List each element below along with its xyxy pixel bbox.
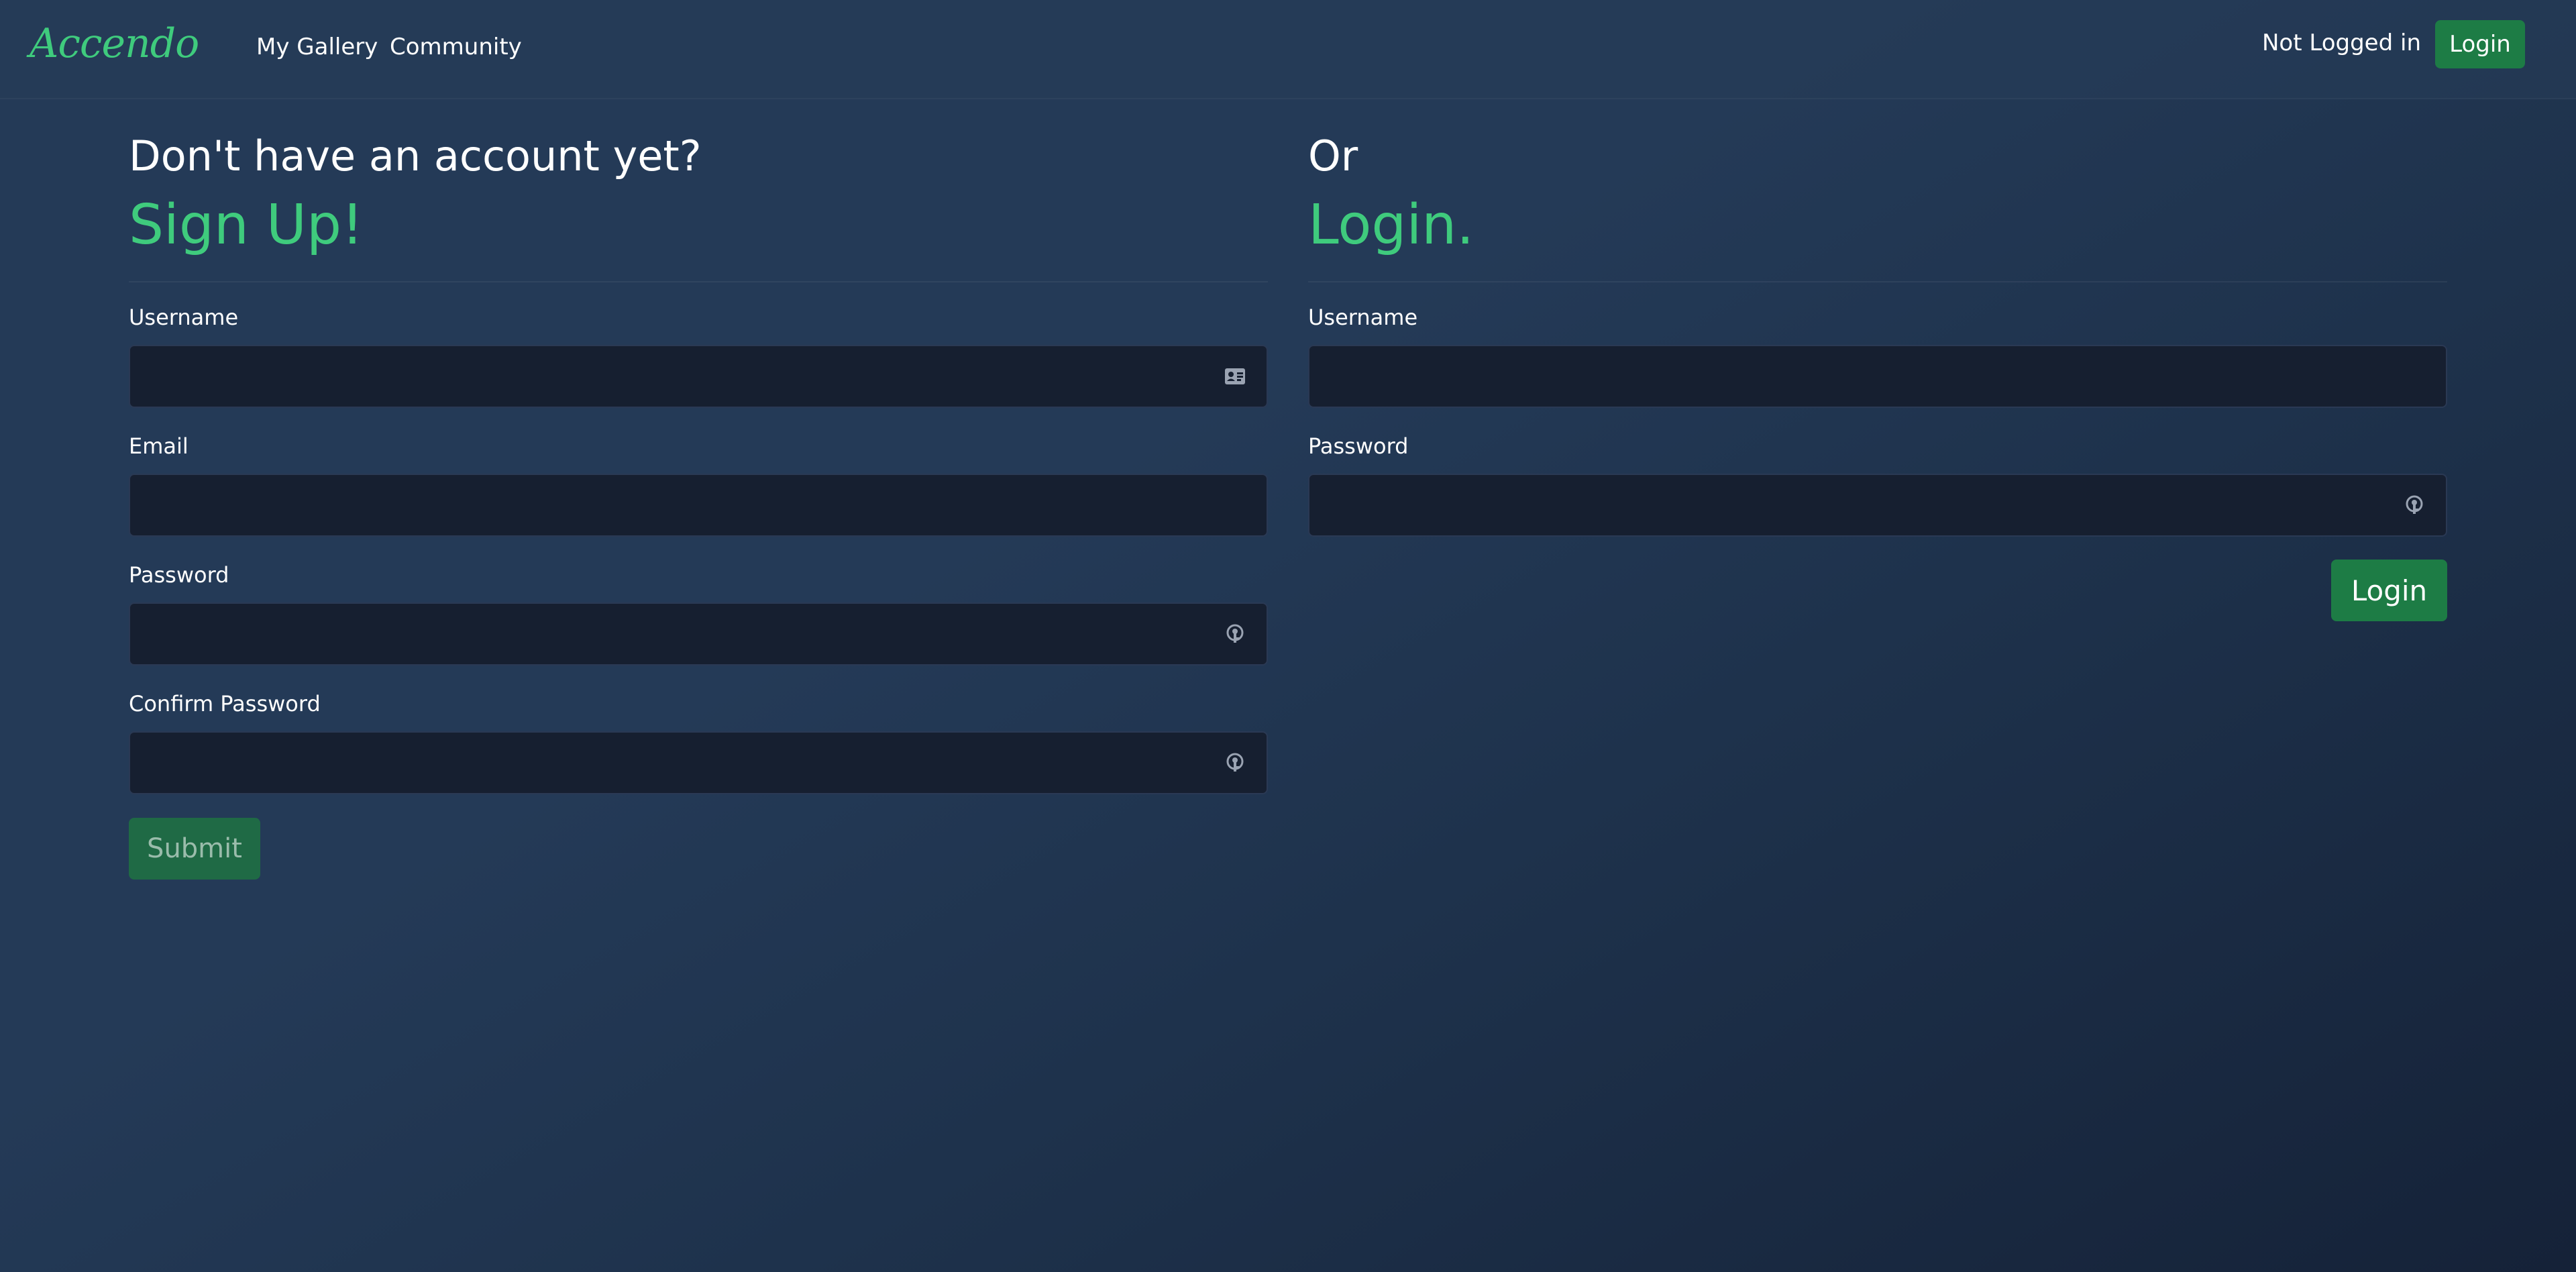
contact-card-icon — [1224, 365, 1246, 388]
login-divider — [1308, 281, 2447, 282]
login-status-text: Not Logged in — [2262, 30, 2421, 56]
login-title: Login. — [1308, 193, 1474, 257]
key-icon[interactable] — [2403, 494, 2426, 517]
nav-link-community[interactable]: Community — [390, 34, 522, 60]
login-password-label: Password — [1308, 433, 1409, 459]
login-submit-button[interactable]: Login — [2331, 560, 2447, 621]
login-username-label: Username — [1308, 305, 1418, 330]
login-username-input[interactable] — [1309, 346, 2446, 407]
signup-email-field[interactable] — [129, 474, 1268, 537]
signup-username-label: Username — [129, 305, 239, 330]
signup-username-input[interactable] — [130, 346, 1267, 407]
signup-confirm-password-input[interactable] — [130, 733, 1267, 793]
navbar: Accendo My Gallery Community Not Logged … — [0, 0, 2576, 99]
login-username-field[interactable] — [1308, 345, 2447, 408]
login-prompt: Or — [1308, 131, 1358, 180]
signup-submit-button[interactable]: Submit — [129, 818, 260, 880]
signup-password-input[interactable] — [130, 604, 1267, 664]
nav-link-my-gallery[interactable]: My Gallery — [256, 34, 378, 60]
signup-confirm-password-field[interactable] — [129, 731, 1268, 794]
signup-email-input[interactable] — [130, 475, 1267, 535]
login-password-field[interactable] — [1308, 474, 2447, 537]
key-icon[interactable] — [1224, 751, 1246, 774]
signup-password-label: Password — [129, 562, 229, 588]
signup-username-field[interactable] — [129, 345, 1268, 408]
signup-email-label: Email — [129, 433, 189, 459]
login-password-input[interactable] — [1309, 475, 2446, 535]
signup-prompt: Don't have an account yet? — [129, 131, 702, 180]
signup-title: Sign Up! — [129, 193, 364, 257]
key-icon[interactable] — [1224, 623, 1246, 645]
signup-password-field[interactable] — [129, 602, 1268, 666]
signup-confirm-password-label: Confirm Password — [129, 691, 321, 717]
brand-logo[interactable]: Accendo — [30, 20, 199, 67]
navbar-login-button[interactable]: Login — [2435, 20, 2525, 68]
signup-divider — [129, 281, 1268, 282]
